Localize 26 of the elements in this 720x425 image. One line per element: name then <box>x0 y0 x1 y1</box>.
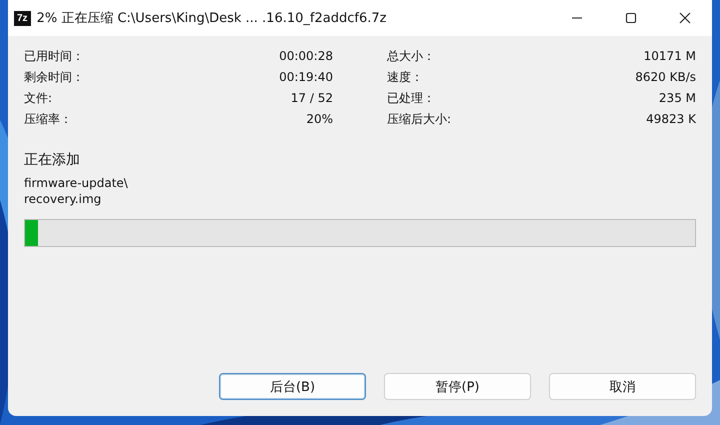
window-title: 2% 正在压缩 C:\Users\King\Desk ... .16.10_f2addcf6.7z <box>36 10 388 27</box>
stat-value: 00:00:28 <box>279 48 333 65</box>
stat-label: 压缩率： <box>24 111 72 128</box>
dialog-button[interactable]: 取消 <box>549 373 696 400</box>
stat-value: 49823 K <box>646 111 696 128</box>
file-path: recovery.img <box>24 191 102 207</box>
stat-label: 文件: <box>24 90 52 107</box>
stat-label: 已处理： <box>387 90 435 107</box>
stat-label: 总大小： <box>387 48 435 65</box>
stat-label: 已用时间： <box>24 48 84 65</box>
stat-value: 20% <box>306 111 333 128</box>
stat-label: 剩余时间： <box>24 69 84 86</box>
dialog-button[interactable]: 后台(B) <box>219 373 366 400</box>
stat-label: 压缩后大小: <box>387 111 452 128</box>
dialog-button[interactable]: 暂停(P) <box>384 373 531 400</box>
stat-value: 10171 M <box>644 48 696 65</box>
section-heading: 正在添加 <box>24 151 81 169</box>
stat-label: 速度： <box>387 69 423 86</box>
stat-value: 00:19:40 <box>279 69 333 86</box>
app-icon: 7z <box>14 10 31 26</box>
stat-value: 235 M <box>658 90 696 107</box>
stat-value: 17 / 52 <box>290 90 333 107</box>
file-path: firmware-update\ <box>24 175 129 191</box>
maximize-icon <box>625 12 637 24</box>
close-icon <box>679 12 691 24</box>
stat-value: 8620 KB/s <box>635 69 696 86</box>
